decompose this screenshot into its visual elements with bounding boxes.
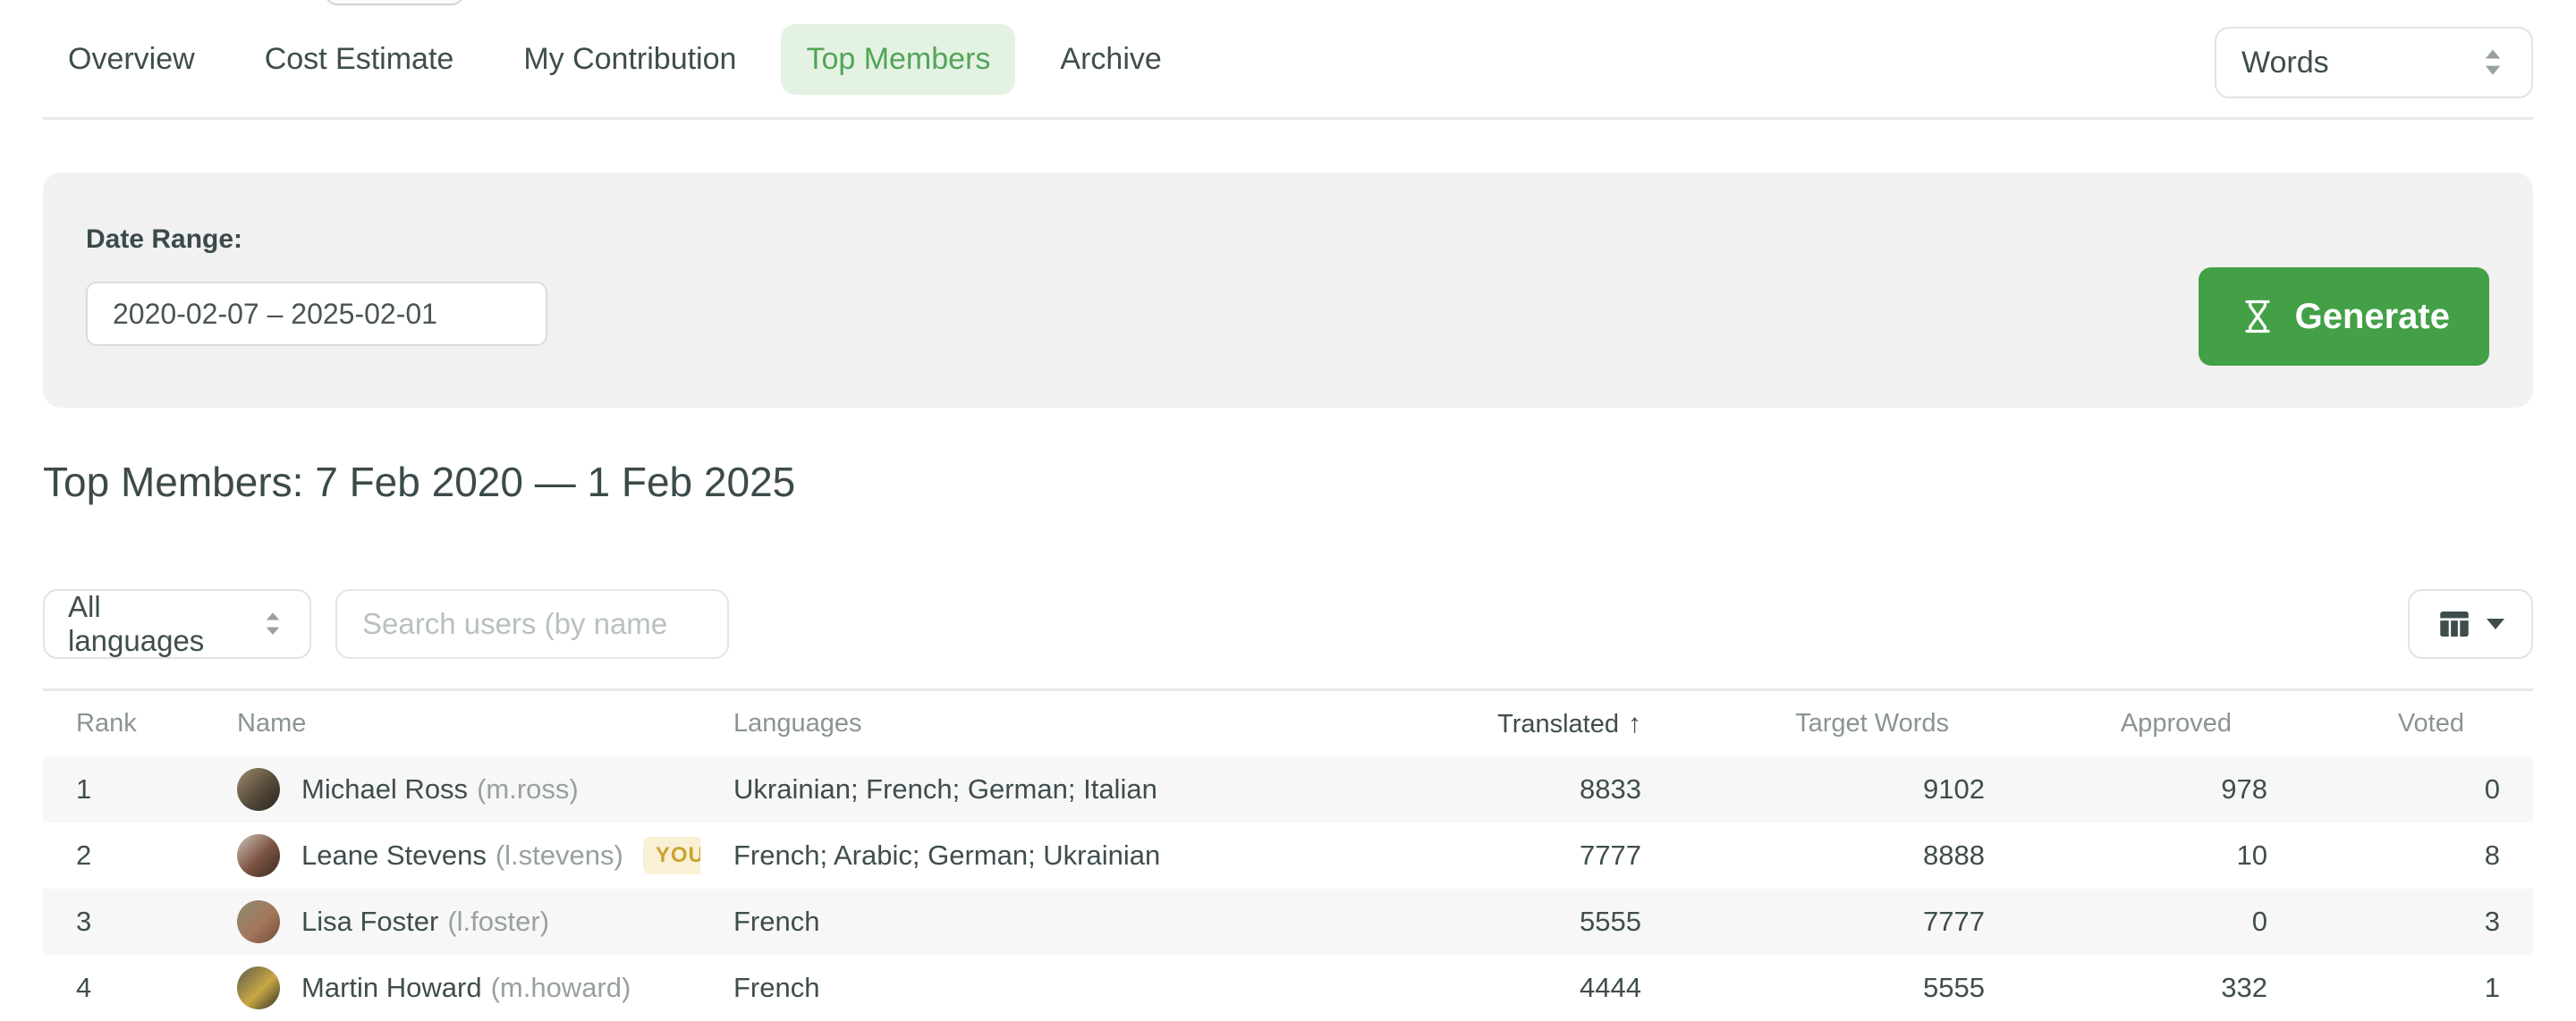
approved-cell: 0: [1985, 906, 2267, 938]
generate-button-label: Generate: [2295, 297, 2450, 337]
languages-cell: French: [700, 972, 1462, 1004]
you-badge: YOU: [643, 837, 700, 874]
avatar: [237, 900, 280, 943]
table-row: 4 Martin Howard (m.howard) French4444555533…: [43, 955, 2533, 1021]
translated-cell: 4444: [1462, 972, 1641, 1004]
sort-asc-icon: ↑: [1628, 709, 1641, 738]
generate-button[interactable]: Generate: [2199, 267, 2489, 366]
translated-cell: 5555: [1462, 906, 1641, 938]
member-username: (l.foster): [447, 906, 549, 938]
translated-cell: 7777: [1462, 840, 1641, 872]
table-row: 2 Leane Stevens (l.stevens) YOUFrench; Arab…: [43, 823, 2533, 889]
translated-cell: 8833: [1462, 773, 1641, 806]
report-tabs: Overview Cost Estimate My Contribution T…: [43, 0, 2533, 119]
member-username: (m.howard): [491, 972, 631, 1004]
avatar: [237, 834, 280, 877]
header-translated-sorted[interactable]: Translated ↑: [1462, 709, 1641, 739]
language-filter-select[interactable]: All languages: [43, 589, 311, 659]
header-rank[interactable]: Rank: [43, 709, 204, 738]
tab-archive[interactable]: Archive: [1035, 24, 1186, 95]
header-translated-label: Translated: [1497, 710, 1619, 738]
tab-cost-estimate[interactable]: Cost Estimate: [240, 24, 479, 95]
voted-cell: 1: [2267, 972, 2533, 1004]
avatar: [237, 966, 280, 1009]
date-range-label: Date Range:: [86, 224, 242, 255]
voted-cell: 8: [2267, 840, 2533, 872]
metric-unit-value: Words: [2241, 46, 2329, 80]
hourglass-icon: [2238, 297, 2277, 336]
target-words-cell: 8888: [1641, 840, 1985, 872]
name-cell: Leane Stevens (l.stevens) YOU: [204, 834, 700, 877]
table-row: 3Lisa Foster(l.foster)French5555777703: [43, 889, 2533, 955]
languages-cell: French: [700, 906, 1462, 938]
rank-cell: 1: [43, 773, 204, 806]
caret-down-icon: [2486, 618, 2505, 630]
target-words-cell: 7777: [1641, 906, 1985, 938]
select-updown-icon: [259, 606, 286, 642]
tab-my-contribution[interactable]: My Contribution: [498, 24, 761, 95]
member-username: (l.stevens): [496, 840, 623, 872]
target-words-cell: 9102: [1641, 773, 1985, 806]
page-title: Top Members: 7 Feb 2020 — 1 Feb 2025: [43, 458, 795, 506]
metric-unit-select[interactable]: Words: [2215, 27, 2533, 98]
rank-cell: 3: [43, 906, 204, 938]
languages-cell: French; Arabic; German; Ukrainian: [700, 840, 1462, 872]
voted-cell: 3: [2267, 906, 2533, 938]
search-users-input[interactable]: [335, 589, 729, 659]
header-languages[interactable]: Languages: [700, 709, 1462, 738]
columns-icon: [2436, 605, 2473, 643]
approved-cell: 978: [1985, 773, 2267, 806]
tab-overview[interactable]: Overview: [43, 24, 220, 95]
member-name-link[interactable]: Lisa Foster: [301, 906, 438, 938]
tabbar-divider: [43, 117, 2533, 120]
languages-cell: Ukrainian; French; German; Italian: [700, 773, 1462, 806]
name-cell: Martin Howard (m.howard): [204, 966, 700, 1009]
tab-top-members[interactable]: Top Members: [781, 24, 1015, 95]
table-body: 1 Michael Ross (m.ross) Ukrainian; French; …: [43, 756, 2533, 1021]
top-members-table: Rank Name Languages Translated ↑ Target W…: [43, 688, 2533, 1021]
report-settings-panel: Date Range: Generate: [43, 173, 2533, 408]
header-approved[interactable]: Approved: [1985, 709, 2267, 738]
name-cell: Michael Ross (m.ross): [204, 768, 700, 811]
member-name-link[interactable]: Leane Stevens: [301, 840, 487, 872]
header-name[interactable]: Name: [204, 709, 700, 738]
voted-cell: 0: [2267, 773, 2533, 806]
header-target-words[interactable]: Target Words: [1641, 709, 1985, 738]
column-settings-button[interactable]: [2408, 589, 2533, 659]
approved-cell: 332: [1985, 972, 2267, 1004]
table-row: 1 Michael Ross (m.ross) Ukrainian; French; …: [43, 756, 2533, 823]
header-voted[interactable]: Voted: [2267, 709, 2533, 738]
member-name-link[interactable]: Michael Ross: [301, 773, 468, 806]
date-range-input[interactable]: [86, 282, 547, 346]
language-filter-value: All languages: [68, 590, 245, 658]
name-cell: Lisa Foster (l.foster): [204, 900, 700, 943]
member-name-link[interactable]: Martin Howard: [301, 972, 482, 1004]
avatar: [237, 768, 280, 811]
table-filters: All languages: [43, 589, 2533, 659]
select-updown-icon: [2479, 45, 2506, 80]
rank-cell: 2: [43, 840, 204, 872]
approved-cell: 10: [1985, 840, 2267, 872]
member-username: (m.ross): [477, 773, 579, 806]
rank-cell: 4: [43, 972, 204, 1004]
target-words-cell: 5555: [1641, 972, 1985, 1004]
table-header-row: Rank Name Languages Translated ↑ Target W…: [43, 691, 2533, 756]
